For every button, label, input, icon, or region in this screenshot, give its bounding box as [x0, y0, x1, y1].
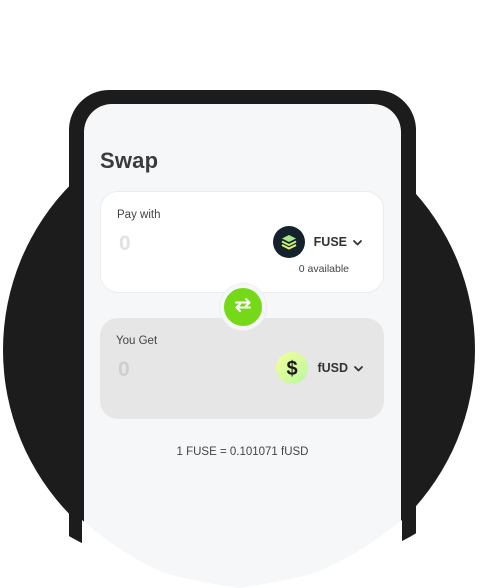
bottom-white-mask [0, 470, 482, 588]
illustration-stage: Swap Pay with 0 FUSE 0 available You Get… [0, 0, 482, 588]
